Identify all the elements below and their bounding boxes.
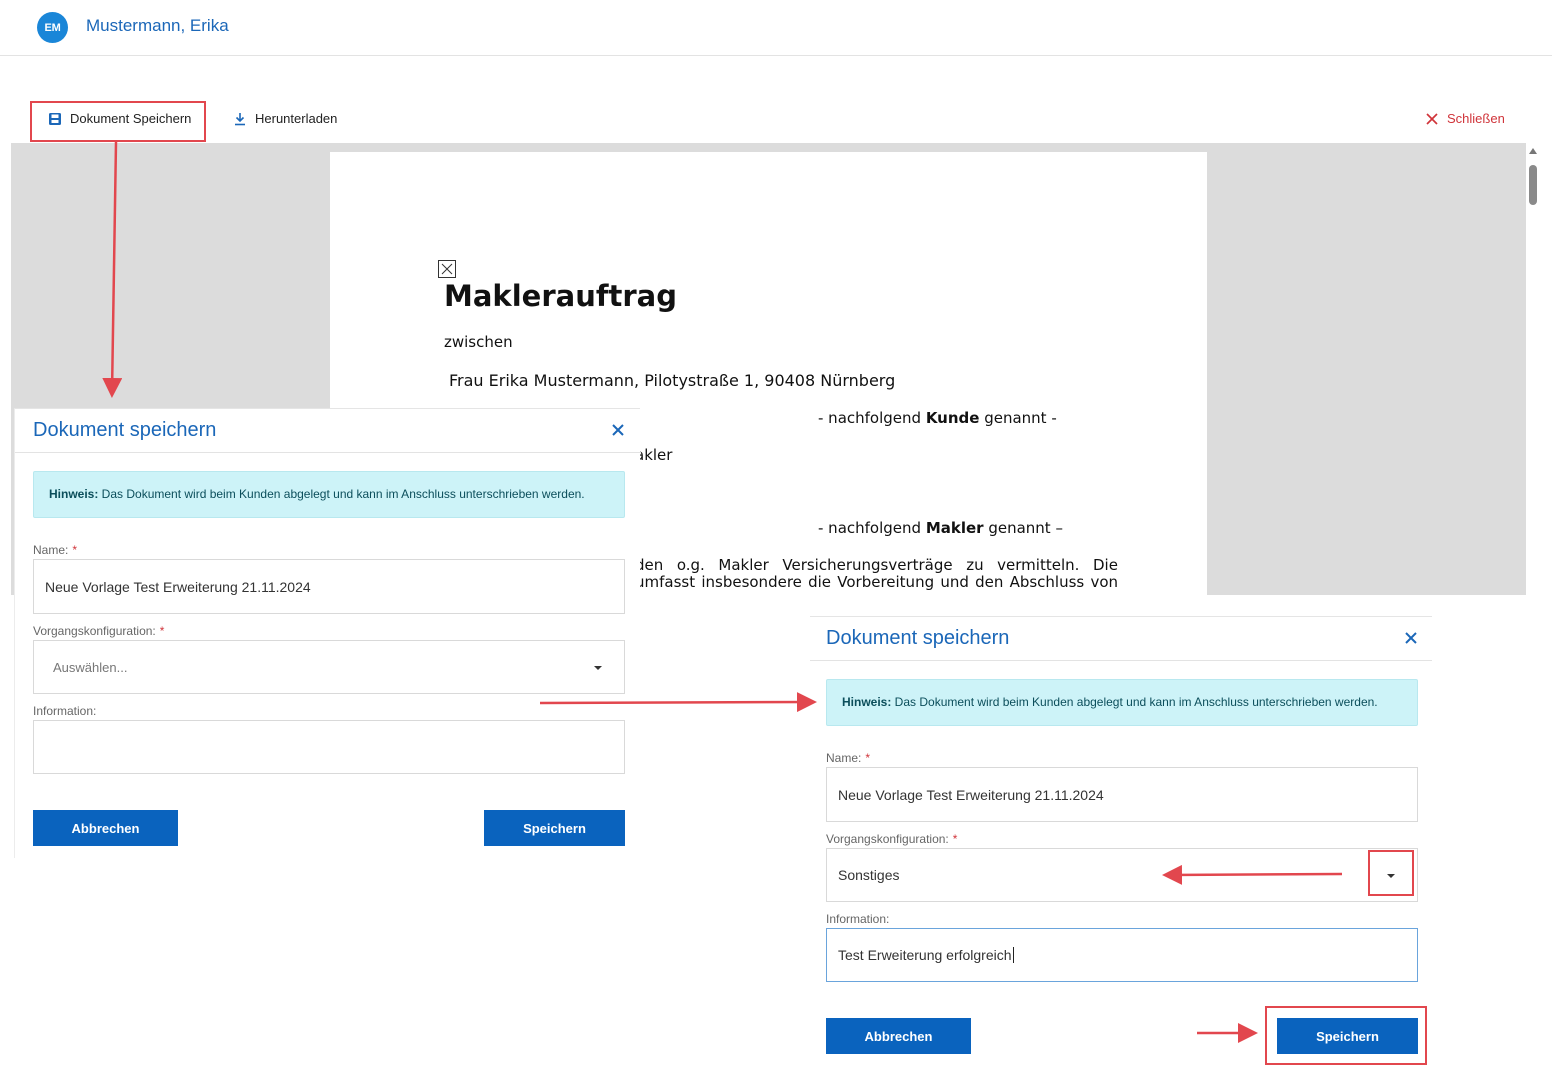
doc-line-customer-role: - nachfolgend Kunde genannt -	[818, 409, 1057, 427]
hint-box: Hinweis: Das Dokument wird beim Kunden a…	[33, 471, 625, 518]
save-dialog-filled: Dokument speichern Hinweis: Das Dokument…	[810, 616, 1432, 1066]
close-label: Schließen	[1447, 111, 1505, 126]
doc-word: die	[808, 573, 832, 591]
name-label: Name: *	[33, 543, 78, 557]
cancel-button[interactable]: Abbrechen	[33, 810, 178, 846]
doc-word: Die	[1092, 556, 1118, 574]
dialog-divider	[15, 452, 641, 453]
doc-word: Makler	[718, 556, 769, 574]
doc-word: vermitteln.	[997, 556, 1080, 574]
doc-word: umfasst	[635, 573, 696, 591]
download-button[interactable]: Herunterladen	[233, 111, 337, 126]
chevron-down-icon[interactable]	[594, 666, 602, 670]
doc-para-line-1: den o.g. Makler Versicherungsverträge zu verm…	[635, 556, 1118, 574]
doc-word: insbesondere	[701, 573, 802, 591]
doc-line-between: zwischen	[444, 333, 513, 351]
config-label: Vorgangskonfiguration: *	[33, 624, 165, 638]
scroll-thumb[interactable]	[1529, 165, 1537, 205]
info-field[interactable]	[33, 720, 625, 774]
name-field[interactable]: Neue Vorlage Test Erweiterung 21.11.2024	[33, 559, 625, 614]
customer-name[interactable]: Mustermann, Erika	[86, 16, 229, 36]
dialog-title: Dokument speichern	[33, 419, 217, 441]
doc-word: und	[940, 573, 969, 591]
config-select[interactable]: Auswählen...	[33, 640, 625, 694]
info-label: Information:	[826, 912, 890, 926]
broken-image-icon	[438, 260, 456, 278]
info-value: Test Erweiterung erfolgreich	[838, 947, 1012, 963]
avatar[interactable]: EM	[37, 12, 68, 43]
doc-word: Abschluss	[1009, 573, 1085, 591]
save-button[interactable]: Speichern	[484, 810, 625, 846]
highlight-save-button	[30, 101, 206, 142]
close-x-icon	[1426, 112, 1438, 125]
doc-word: Versicherungsverträge	[782, 556, 953, 574]
highlight-dropdown-caret	[1368, 850, 1414, 896]
config-value: Sonstiges	[838, 867, 900, 883]
download-label: Herunterladen	[255, 111, 338, 126]
scroll-up-arrow-icon[interactable]	[1529, 148, 1537, 154]
doc-para-line-2: umfasst insbesondere die Vorbereitung und den…	[635, 573, 1118, 591]
config-select[interactable]: Sonstiges	[826, 848, 1418, 902]
hint-box: Hinweis: Das Dokument wird beim Kunden a…	[826, 679, 1418, 726]
viewer-scrollbar[interactable]	[1526, 143, 1540, 595]
info-field[interactable]: Test Erweiterung erfolgreich	[826, 928, 1418, 982]
doc-line-makler-role: - nachfolgend Makler genannt –	[818, 519, 1063, 537]
doc-line-customer: Frau Erika Mustermann, Pilotystraße 1, 9…	[449, 371, 896, 390]
dialog-title: Dokument speichern	[826, 627, 1010, 649]
cancel-button[interactable]: Abbrechen	[826, 1018, 971, 1054]
close-icon[interactable]	[1403, 630, 1419, 646]
doc-word: o.g.	[676, 556, 705, 574]
document-title: Maklerauftrag	[444, 279, 677, 313]
close-icon[interactable]	[610, 422, 626, 438]
doc-word: von	[1090, 573, 1118, 591]
download-icon	[235, 112, 245, 125]
config-placeholder: Auswählen...	[53, 659, 128, 675]
doc-word: Vorbereitung	[837, 573, 935, 591]
highlight-save-button	[1265, 1006, 1427, 1065]
name-field[interactable]: Neue Vorlage Test Erweiterung 21.11.2024	[826, 767, 1418, 822]
save-dialog-empty: Dokument speichern Hinweis: Das Dokument…	[14, 408, 641, 858]
config-label: Vorgangskonfiguration: *	[826, 832, 958, 846]
text-cursor	[1012, 947, 1014, 963]
doc-line-makler-fragment: akler	[635, 446, 673, 464]
info-label: Information:	[33, 704, 97, 718]
close-viewer-button[interactable]: Schließen	[1425, 111, 1505, 126]
dialog-divider	[810, 660, 1432, 661]
doc-word: zu	[966, 556, 984, 574]
name-label: Name: *	[826, 751, 871, 765]
app-header: EM Mustermann, Erika	[0, 0, 1552, 56]
doc-word: den	[975, 573, 1004, 591]
